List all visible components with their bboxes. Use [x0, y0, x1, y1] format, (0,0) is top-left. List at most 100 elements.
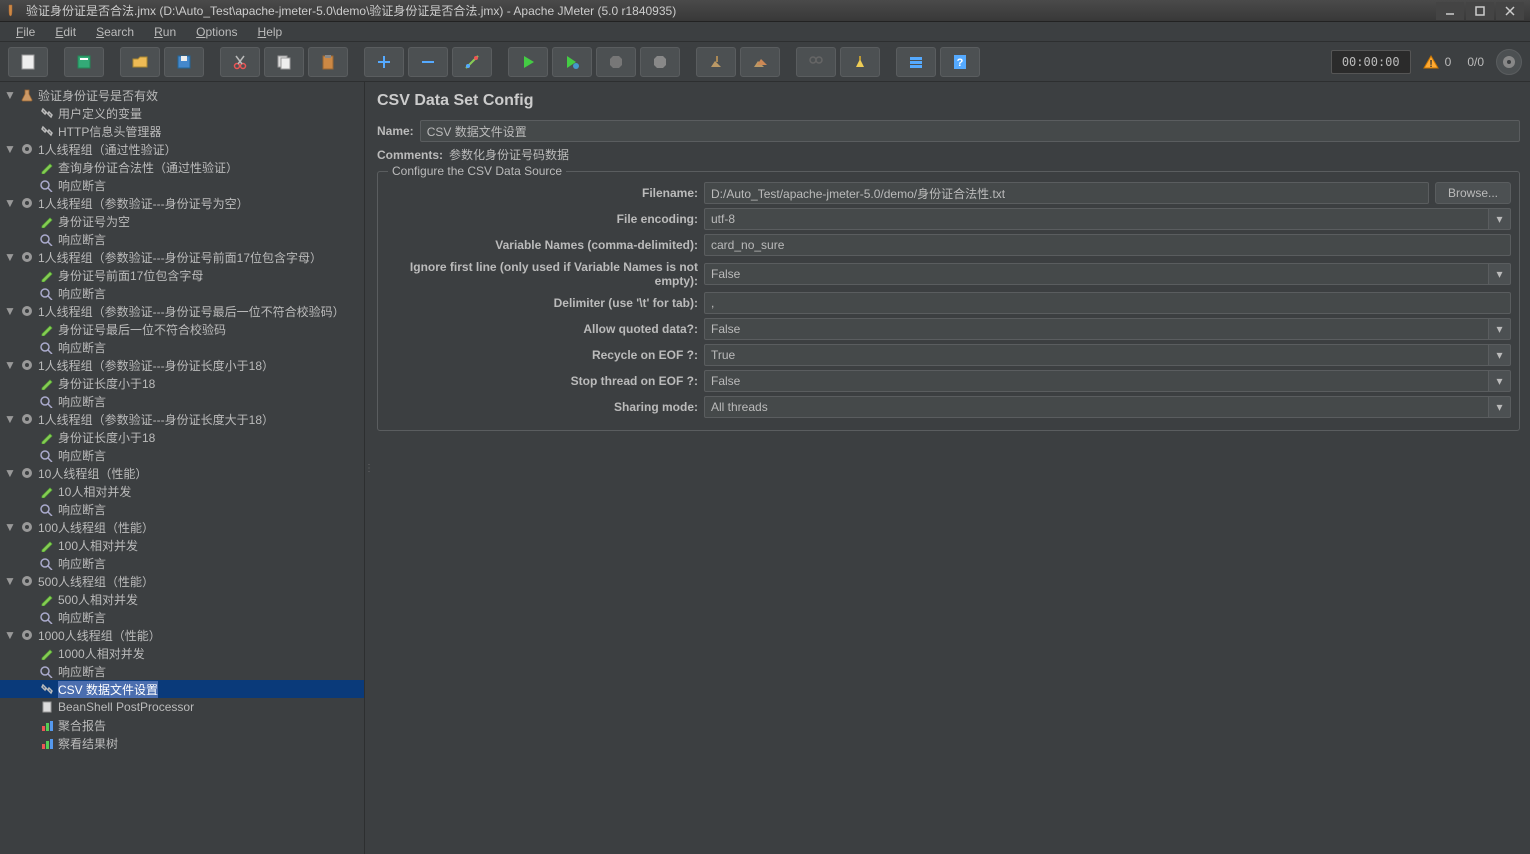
tree-node[interactable]: 响应断言: [0, 500, 364, 518]
chevron-down-icon[interactable]: ▾: [1489, 344, 1511, 366]
tree-node[interactable]: 身份证号最后一位不符合校验码: [0, 320, 364, 338]
expand-arrow-icon[interactable]: ▼: [4, 196, 16, 210]
tree-node[interactable]: 身份证号为空: [0, 212, 364, 230]
save-button[interactable]: [164, 47, 204, 77]
name-input[interactable]: [420, 120, 1520, 142]
stop-select[interactable]: False: [704, 370, 1489, 392]
tree-panel[interactable]: ▼验证身份证号是否有效用户定义的变量HTTP信息头管理器▼1人线程组（通过性验证…: [0, 82, 365, 854]
tree-node[interactable]: ▼1人线程组（通过性验证）: [0, 140, 364, 158]
maximize-button[interactable]: [1466, 2, 1494, 20]
tree-node[interactable]: 响应断言: [0, 338, 364, 356]
gear-icon[interactable]: [1496, 49, 1522, 75]
open-button[interactable]: [120, 47, 160, 77]
tree-node[interactable]: 响应断言: [0, 392, 364, 410]
tree-node[interactable]: 响应断言: [0, 176, 364, 194]
tree-node[interactable]: ▼1人线程组（参数验证---身份证长度小于18）: [0, 356, 364, 374]
tree-node[interactable]: 身份证号前面17位包含字母: [0, 266, 364, 284]
sharing-select[interactable]: All threads: [704, 396, 1489, 418]
start-button[interactable]: [508, 47, 548, 77]
toggle-button[interactable]: [452, 47, 492, 77]
start-no-pause-button[interactable]: [552, 47, 592, 77]
cut-button[interactable]: [220, 47, 260, 77]
name-label: Name:: [377, 124, 414, 138]
chevron-down-icon[interactable]: ▾: [1489, 370, 1511, 392]
menu-run[interactable]: Run: [146, 23, 184, 41]
quoted-select[interactable]: False: [704, 318, 1489, 340]
tree-node[interactable]: 响应断言: [0, 230, 364, 248]
tree-node[interactable]: ▼1人线程组（参数验证---身份证号为空）: [0, 194, 364, 212]
minimize-button[interactable]: [1436, 2, 1464, 20]
collapse-button[interactable]: [408, 47, 448, 77]
chevron-down-icon[interactable]: ▾: [1489, 396, 1511, 418]
help-button[interactable]: ?: [940, 47, 980, 77]
expand-arrow-icon[interactable]: ▼: [4, 520, 16, 534]
tree-node[interactable]: 查询身份证合法性（通过性验证）: [0, 158, 364, 176]
paste-button[interactable]: [308, 47, 348, 77]
tree-node[interactable]: 响应断言: [0, 446, 364, 464]
new-button[interactable]: [8, 47, 48, 77]
reset-search-button[interactable]: [840, 47, 880, 77]
menu-options[interactable]: Options: [188, 23, 245, 41]
tree-node[interactable]: ▼1人线程组（参数验证---身份证号最后一位不符合校验码）: [0, 302, 364, 320]
tree-node[interactable]: 响应断言: [0, 608, 364, 626]
splitter[interactable]: ⋮: [365, 82, 373, 854]
varnames-input[interactable]: [704, 234, 1511, 256]
chevron-down-icon[interactable]: ▾: [1489, 263, 1511, 285]
tree-node[interactable]: ▼1人线程组（参数验证---身份证长度大于18）: [0, 410, 364, 428]
tree-node[interactable]: ▼1人线程组（参数验证---身份证号前面17位包含字母）: [0, 248, 364, 266]
tree-node[interactable]: 察看结果树: [0, 734, 364, 752]
menu-edit[interactable]: Edit: [47, 23, 84, 41]
clear-button[interactable]: [696, 47, 736, 77]
browse-button[interactable]: Browse...: [1435, 182, 1511, 204]
stop-button[interactable]: [596, 47, 636, 77]
expand-arrow-icon[interactable]: ▼: [4, 88, 16, 102]
tree-node[interactable]: ▼验证身份证号是否有效: [0, 86, 364, 104]
tree-node[interactable]: CSV 数据文件设置: [0, 680, 364, 698]
menu-search[interactable]: Search: [88, 23, 142, 41]
tree-node[interactable]: 500人相对并发: [0, 590, 364, 608]
expand-arrow-icon[interactable]: ▼: [4, 628, 16, 642]
copy-button[interactable]: [264, 47, 304, 77]
shutdown-button[interactable]: [640, 47, 680, 77]
tree-node[interactable]: 聚合报告: [0, 716, 364, 734]
tree-node[interactable]: 响应断言: [0, 554, 364, 572]
function-helper-button[interactable]: [896, 47, 936, 77]
tree-node[interactable]: ▼100人线程组（性能）: [0, 518, 364, 536]
tree-node[interactable]: 身份证长度小于18: [0, 374, 364, 392]
encoding-select[interactable]: utf-8: [704, 208, 1489, 230]
search-button[interactable]: [796, 47, 836, 77]
editor-panel: CSV Data Set Config Name: Comments: 参数化身…: [373, 82, 1530, 854]
expand-arrow-icon[interactable]: ▼: [4, 304, 16, 318]
tree-node[interactable]: 100人相对并发: [0, 536, 364, 554]
tree-node[interactable]: ▼10人线程组（性能）: [0, 464, 364, 482]
close-button[interactable]: [1496, 2, 1524, 20]
menu-file[interactable]: File: [8, 23, 43, 41]
tree-node[interactable]: 响应断言: [0, 284, 364, 302]
tree-node[interactable]: BeanShell PostProcessor: [0, 698, 364, 716]
tree-node[interactable]: 10人相对并发: [0, 482, 364, 500]
expand-arrow-icon[interactable]: ▼: [4, 142, 16, 156]
filename-input[interactable]: [704, 182, 1429, 204]
svg-text:?: ?: [957, 57, 964, 69]
expand-arrow-icon[interactable]: ▼: [4, 574, 16, 588]
tree-node[interactable]: ▼1000人线程组（性能）: [0, 626, 364, 644]
tree-node[interactable]: 用户定义的变量: [0, 104, 364, 122]
expand-arrow-icon[interactable]: ▼: [4, 412, 16, 426]
expand-arrow-icon[interactable]: ▼: [4, 358, 16, 372]
chevron-down-icon[interactable]: ▾: [1489, 208, 1511, 230]
clear-all-button[interactable]: [740, 47, 780, 77]
tree-node[interactable]: 响应断言: [0, 662, 364, 680]
tree-node[interactable]: 身份证长度小于18: [0, 428, 364, 446]
expand-button[interactable]: [364, 47, 404, 77]
expand-arrow-icon[interactable]: ▼: [4, 250, 16, 264]
menu-help[interactable]: Help: [250, 23, 291, 41]
tree-node[interactable]: 1000人相对并发: [0, 644, 364, 662]
expand-arrow-icon[interactable]: ▼: [4, 466, 16, 480]
tree-node[interactable]: HTTP信息头管理器: [0, 122, 364, 140]
ignore-select[interactable]: False: [704, 263, 1489, 285]
chevron-down-icon[interactable]: ▾: [1489, 318, 1511, 340]
tree-node[interactable]: ▼500人线程组（性能）: [0, 572, 364, 590]
delimiter-input[interactable]: [704, 292, 1511, 314]
recycle-select[interactable]: True: [704, 344, 1489, 366]
templates-button[interactable]: [64, 47, 104, 77]
